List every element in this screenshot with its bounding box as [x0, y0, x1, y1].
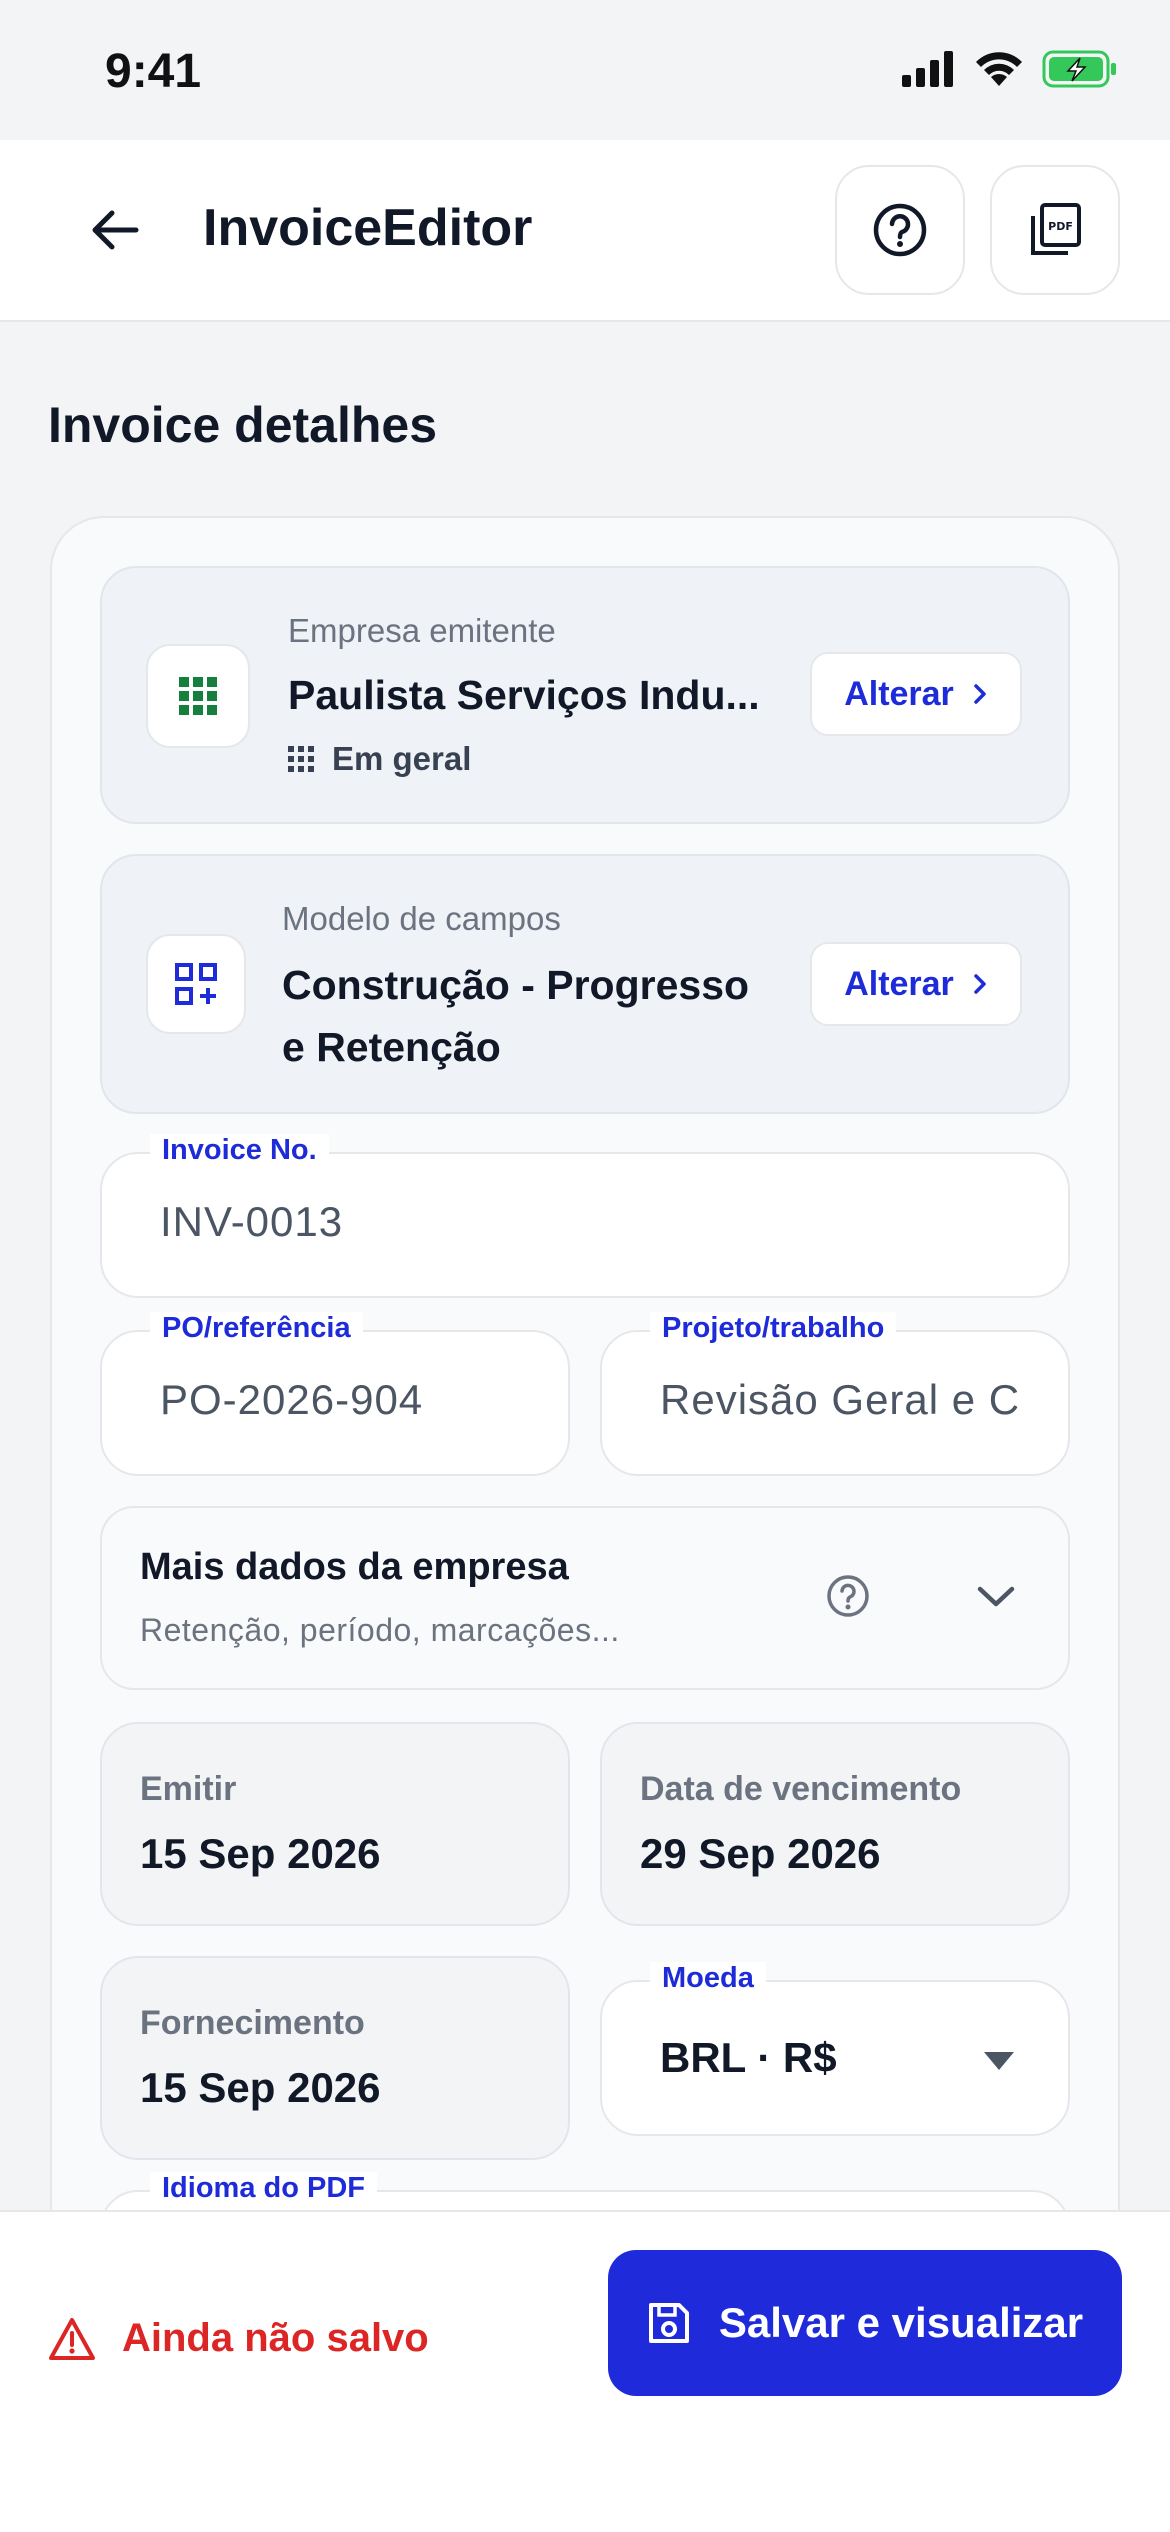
app-bar: InvoiceEditor PDF — [0, 140, 1170, 322]
template-label: Modelo de campos — [282, 900, 561, 937]
back-button[interactable] — [80, 190, 150, 270]
due-date-label: Data de vencimento — [640, 1770, 962, 1808]
supply-date-label: Fornecimento — [140, 2004, 365, 2042]
issuer-tag: Em geral — [288, 740, 471, 778]
invoice-number-value: INV-0013 — [160, 1198, 344, 1245]
change-issuer-button[interactable]: Alterar — [810, 652, 1022, 736]
cellular-signal-icon — [902, 51, 953, 87]
change-template-label: Alterar — [844, 964, 954, 1003]
po-reference-label: PO/referência — [150, 1312, 363, 1345]
po-reference-value: PO-2026-904 — [160, 1376, 424, 1423]
change-template-button[interactable]: Alterar — [810, 942, 1022, 1026]
invoice-number-field[interactable]: Invoice No. INV-0013 — [100, 1134, 1070, 1298]
bottom-action-bar: Ainda não salvo Salvar e visualizar — [0, 2210, 1170, 2532]
project-value: Revisão Geral e C — [660, 1376, 1021, 1423]
issue-date-field[interactable]: Emitir 15 Sep 2026 — [100, 1722, 570, 1926]
template-name-line2: e Retenção — [282, 1024, 501, 1070]
status-time: 9:41 — [105, 45, 202, 98]
project-field[interactable]: Projeto/trabalho Revisão Geral e C — [600, 1312, 1070, 1476]
template-panel: Modelo de campos Construção - Progresso … — [100, 854, 1070, 1114]
save-button-label: Salvar e visualizar — [718, 2299, 1084, 2346]
template-add-icon — [146, 934, 246, 1034]
issue-date-value: 15 Sep 2026 — [140, 1830, 381, 1877]
po-reference-field[interactable]: PO/referência PO-2026-904 — [100, 1312, 570, 1476]
wifi-icon — [976, 52, 1022, 86]
status-bar: 9:41 — [0, 0, 1170, 140]
svg-text:PDF: PDF — [1048, 220, 1073, 233]
save-and-preview-button[interactable]: Salvar e visualizar — [608, 2250, 1122, 2396]
app-title: InvoiceEditor — [203, 199, 533, 257]
help-circle-icon[interactable] — [826, 1574, 870, 1618]
issuer-tag-text: Em geral — [332, 740, 472, 777]
help-button[interactable] — [835, 165, 965, 295]
chevron-right-icon — [974, 684, 986, 704]
currency-value: BRL · R$ — [660, 2034, 837, 2081]
save-floppy-icon — [648, 2303, 689, 2343]
supply-date-value: 15 Sep 2026 — [140, 2064, 381, 2111]
help-circle-icon — [873, 203, 927, 257]
due-date-field[interactable]: Data de vencimento 29 Sep 2026 — [600, 1722, 1070, 1926]
more-company-subtitle: Retenção, período, marcações... — [140, 1612, 620, 1648]
change-issuer-label: Alterar — [844, 674, 954, 713]
due-date-value: 29 Sep 2026 — [640, 1830, 881, 1877]
caret-down-icon — [984, 2052, 1014, 2070]
warning-triangle-icon — [49, 2317, 95, 2360]
currency-label: Moeda — [650, 1962, 766, 1995]
pdf-file-icon: PDF — [1031, 203, 1081, 255]
issuer-label: Empresa emitente — [288, 612, 556, 649]
pdf-language-label: Idioma do PDF — [150, 2172, 377, 2205]
unsaved-status: Ainda não salvo — [48, 2316, 429, 2361]
project-label: Projeto/trabalho — [650, 1312, 897, 1345]
status-icons — [902, 50, 1118, 88]
section-title: Invoice detalhes — [48, 397, 438, 453]
template-name-line1: Construção - Progresso — [282, 962, 750, 1008]
supply-date-field[interactable]: Fornecimento 15 Sep 2026 — [100, 1956, 570, 2160]
issuer-panel: Empresa emitente Paulista Serviços Indu.… — [100, 566, 1070, 824]
pdf-button[interactable]: PDF — [990, 165, 1120, 295]
chevron-right-icon — [974, 974, 986, 994]
chevron-down-icon — [977, 1586, 1015, 1607]
small-grid-icon — [288, 746, 314, 772]
issue-date-label: Emitir — [140, 1770, 237, 1808]
currency-select[interactable]: Moeda BRL · R$ — [600, 1962, 1070, 2136]
invoice-number-label: Invoice No. — [150, 1134, 329, 1167]
more-company-title: Mais dados da empresa — [140, 1546, 569, 1588]
company-grid-icon — [146, 644, 250, 748]
issuer-name: Paulista Serviços Indu... — [288, 672, 760, 718]
arrow-left-icon — [92, 210, 139, 250]
battery-charging-icon — [1042, 50, 1116, 88]
unsaved-text: Ainda não salvo — [122, 2316, 429, 2360]
more-company-details-toggle[interactable]: Mais dados da empresa Retenção, período,… — [100, 1506, 1070, 1690]
